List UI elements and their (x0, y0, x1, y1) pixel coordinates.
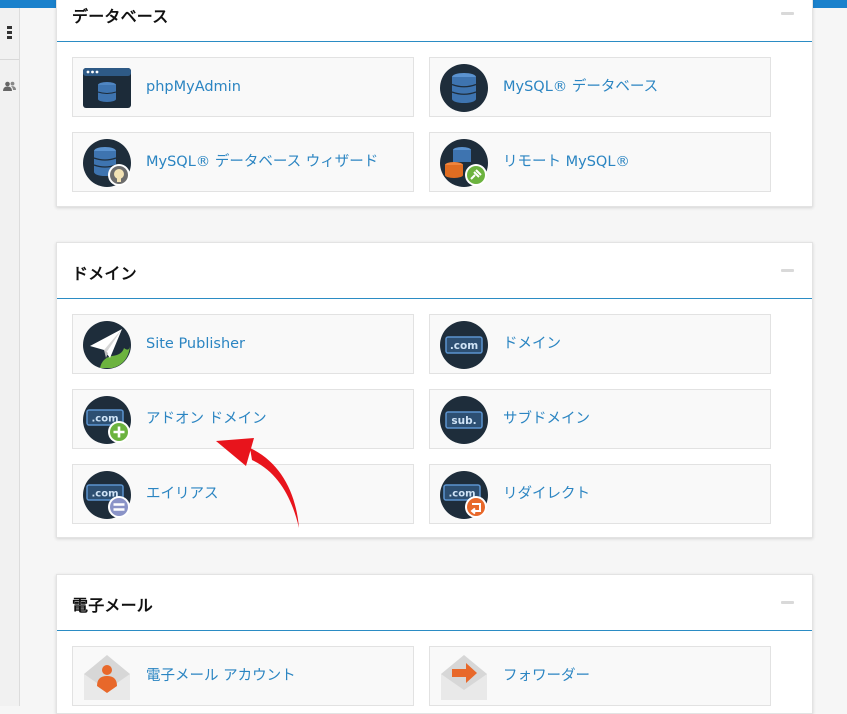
site-publisher-icon (83, 321, 131, 369)
remote-mysql-link[interactable]: リモート MySQL® (429, 132, 771, 192)
mysql-wizard-link[interactable]: MySQL® データベース ウィザード (72, 132, 414, 192)
database-section-header: データベース (57, 0, 812, 42)
domains-label: ドメイン (503, 336, 561, 352)
remote-mysql-icon (440, 139, 488, 187)
redirects-link[interactable]: .com リダイレクト (429, 464, 771, 524)
database-section: データベース phpMyAdmin MySQL® データベース MySQL® デ… (56, 0, 813, 207)
collapse-icon[interactable] (781, 601, 794, 604)
site-publisher-label: Site Publisher (146, 336, 246, 352)
site-publisher-link[interactable]: Site Publisher (72, 314, 414, 374)
phpmyadmin-label: phpMyAdmin (146, 79, 241, 95)
collapse-icon[interactable] (781, 269, 794, 272)
alias-icon: .com (83, 471, 131, 519)
forwarder-icon (441, 655, 487, 700)
redirects-label: リダイレクト (503, 486, 590, 502)
email-section-header: 電子メール (57, 575, 812, 631)
subdomain-icon: sub. (440, 396, 488, 444)
section-title: 電子メール (72, 596, 154, 615)
rail-separator (0, 59, 19, 60)
aliases-link[interactable]: .com エイリアス (72, 464, 414, 524)
email-section: 電子メール 電子メール アカウント フォワーダー (56, 574, 813, 714)
database-icon (440, 64, 488, 112)
aliases-label: エイリアス (146, 486, 219, 502)
domains-link[interactable]: .com ドメイン (429, 314, 771, 374)
database-wizard-icon (83, 139, 131, 187)
section-title: データベース (72, 7, 169, 26)
domains-icon: .com (440, 321, 488, 369)
domains-section: ドメイン Site Publisher .com ドメイン .com アドオン … (56, 242, 813, 538)
users-icon[interactable] (0, 76, 19, 96)
menu-dots-icon[interactable] (0, 22, 19, 44)
email-accounts-link[interactable]: 電子メール アカウント (72, 646, 414, 706)
forwarders-link[interactable]: フォワーダー (429, 646, 771, 706)
subdomains-link[interactable]: sub. サブドメイン (429, 389, 771, 449)
svg-text:sub.: sub. (451, 415, 476, 427)
addon-domains-link[interactable]: .com アドオン ドメイン (72, 389, 414, 449)
remote-mysql-label: リモート MySQL® (503, 154, 630, 170)
mysql-wizard-label: MySQL® データベース ウィザード (146, 154, 379, 170)
email-accounts-label: 電子メール アカウント (146, 668, 296, 684)
subdomains-label: サブドメイン (503, 411, 590, 427)
forwarders-label: フォワーダー (503, 668, 590, 684)
left-rail (0, 8, 20, 706)
phpmyadmin-icon (83, 68, 131, 108)
addon-domains-label: アドオン ドメイン (146, 411, 267, 427)
phpmyadmin-link[interactable]: phpMyAdmin (72, 57, 414, 117)
mysql-databases-link[interactable]: MySQL® データベース (429, 57, 771, 117)
svg-text:.com: .com (450, 340, 478, 352)
addon-domain-icon: .com (83, 396, 131, 444)
mysql-databases-label: MySQL® データベース (503, 79, 659, 95)
section-title: ドメイン (72, 264, 137, 283)
collapse-icon[interactable] (781, 12, 794, 15)
domains-section-header: ドメイン (57, 243, 812, 299)
redirect-icon: .com (440, 471, 488, 519)
email-account-icon (84, 655, 130, 700)
